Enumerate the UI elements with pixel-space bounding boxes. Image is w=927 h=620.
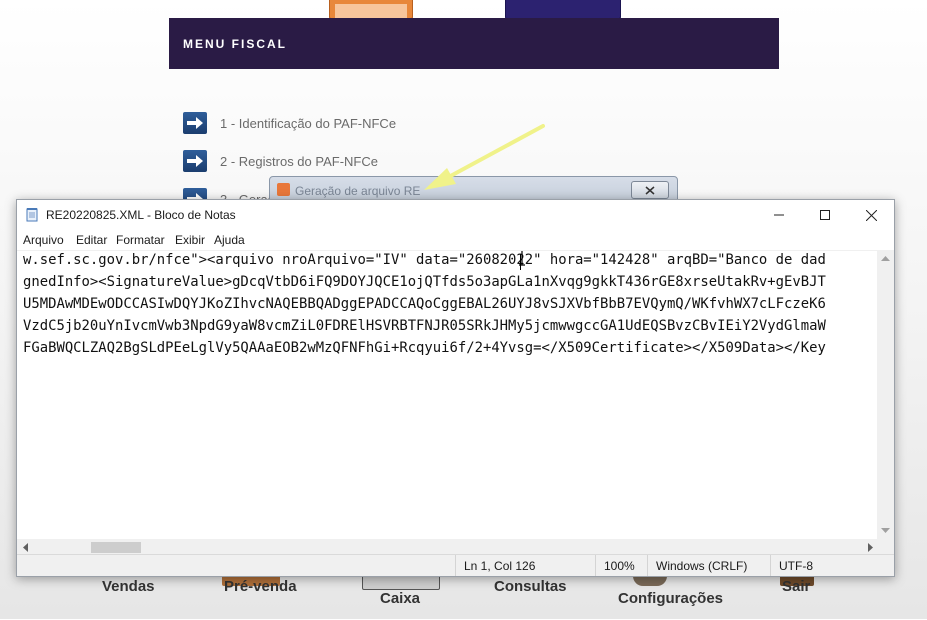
ibeam-cursor-icon	[519, 251, 525, 266]
status-zoom: 100%	[595, 555, 647, 576]
minimize-button[interactable]	[756, 200, 802, 230]
notepad-menubar: Arquivo Editar Formatar Exibir Ajuda	[17, 230, 894, 250]
scroll-up-icon[interactable]	[881, 255, 890, 261]
top-tab-navy[interactable]	[505, 0, 621, 19]
menu-editar[interactable]: Editar	[76, 233, 107, 247]
notepad-title: RE20220825.XML - Bloco de Notas	[46, 208, 236, 222]
text-line: FGaBWQCLZAQ2BgSLdPEeLglVy5QAAaEOB2wMzQFN…	[23, 340, 826, 356]
close-button[interactable]	[848, 200, 894, 230]
status-encoding: UTF-8	[770, 555, 879, 576]
text-line: VzdC5jb20uYnIvcmVwb3NpdG9yaW8vcmZiL0FDRE…	[23, 318, 826, 334]
app-icon	[277, 183, 290, 196]
top-tab-orange[interactable]	[329, 0, 413, 19]
menu-item-registros[interactable]: 2 - Registros do PAF-NFCe	[183, 149, 378, 173]
scroll-left-icon[interactable]	[22, 543, 28, 552]
nav-consultas[interactable]: Consultas	[494, 578, 567, 608]
menu-ajuda[interactable]: Ajuda	[214, 233, 245, 247]
close-button[interactable]	[631, 181, 669, 199]
menu-item-identificacao[interactable]: 1 - Identificação do PAF-NFCe	[183, 111, 396, 135]
close-icon	[645, 185, 655, 195]
nav-pre-venda[interactable]: Pré-venda	[224, 578, 297, 608]
arrow-right-icon	[183, 150, 207, 172]
menu-item-label: 2 - Registros do PAF-NFCe	[220, 153, 378, 169]
menu-arquivo[interactable]: Arquivo	[23, 233, 64, 247]
scroll-right-icon[interactable]	[868, 543, 874, 552]
notepad-titlebar[interactable]: RE20220825.XML - Bloco de Notas	[17, 200, 894, 230]
text-editor[interactable]: w.sef.sc.gov.br/nfce"><arquivo nroArquiv…	[17, 250, 877, 540]
menu-fiscal-title: MENU FISCAL	[183, 36, 287, 51]
maximize-button[interactable]	[802, 200, 848, 230]
menu-exibir[interactable]: Exibir	[175, 233, 205, 247]
status-cursor-position: Ln 1, Col 126	[455, 555, 595, 576]
nav-caixa[interactable]: Caixa	[380, 590, 420, 620]
text-line: w.sef.sc.gov.br/nfce"><arquivo nroArquiv…	[23, 252, 826, 268]
nav-sair[interactable]: Sair	[782, 578, 810, 608]
menu-fiscal-header: MENU FISCAL	[169, 18, 779, 69]
re-dialog-title: Geração de arquivo RE	[295, 184, 421, 198]
close-icon	[865, 209, 877, 221]
notepad-icon	[26, 208, 38, 222]
scroll-down-icon[interactable]	[881, 528, 890, 534]
menu-formatar[interactable]: Formatar	[116, 233, 165, 247]
maximize-icon	[820, 210, 830, 220]
status-bar: Ln 1, Col 126 100% Windows (CRLF) UTF-8	[17, 554, 894, 576]
nav-vendas[interactable]: Vendas	[102, 578, 155, 608]
status-line-ending: Windows (CRLF)	[647, 555, 770, 576]
minimize-icon	[774, 214, 784, 216]
menu-item-label: 1 - Identificação do PAF-NFCe	[220, 115, 397, 131]
vertical-scrollbar[interactable]	[877, 250, 894, 539]
horizontal-scroll-thumb[interactable]	[91, 542, 141, 553]
arrow-right-icon	[183, 112, 207, 134]
notepad-window: RE20220825.XML - Bloco de Notas Arquivo …	[16, 199, 895, 577]
nav-configuracoes[interactable]: Configurações	[618, 590, 723, 620]
text-line: U5MDAwMDEwODCCASIwDQYJKoZIhvcNAQEBBQADgg…	[23, 296, 826, 312]
text-line: gnedInfo><SignatureValue>gDcqVtbD6iFQ9DO…	[23, 274, 826, 290]
